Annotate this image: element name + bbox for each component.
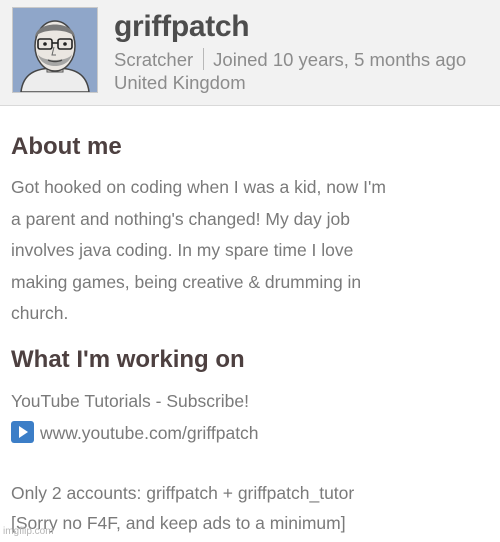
about-heading: About me [11, 133, 122, 160]
about-line: making games, being creative & drumming … [11, 271, 362, 292]
profile-header: griffpatch Scratcher Joined 10 years, 5 m… [0, 0, 500, 106]
avatar-portrait-icon [13, 8, 97, 92]
about-line: involves java coding. In my spare time I… [11, 240, 354, 260]
youtube-link[interactable]: www.youtube.com/griffpatch [40, 423, 259, 443]
meta-divider [203, 48, 205, 70]
working-on-heading: What I'm working on [11, 346, 245, 373]
username: griffpatch [114, 10, 250, 43]
about-line: Got hooked on coding when I was a kid, n… [11, 177, 386, 197]
working-on-line: [Sorry no F4F, and keep ads to a minimum… [11, 513, 346, 533]
avatar[interactable] [12, 7, 98, 93]
working-on-line: YouTube Tutorials - Subscribe! [11, 391, 250, 411]
location-label: United Kingdom [114, 72, 246, 93]
role-label: Scratcher [114, 49, 194, 70]
watermark: imgflip.com [3, 526, 54, 537]
about-line: a parent and nothing's changed! My day j… [11, 208, 350, 229]
about-line: church. [11, 303, 69, 323]
play-icon [11, 421, 34, 443]
working-on-line: Only 2 accounts: griffpatch + griffpatch… [11, 483, 355, 503]
youtube-link-row[interactable]: www.youtube.com/griffpatch [11, 421, 259, 444]
joined-label: Joined 10 years, 5 months ago [213, 49, 467, 70]
profile-meta: Scratcher Joined 10 years, 5 months ago [114, 48, 466, 71]
about-text: Got hooked on coding when I was a kid, n… [11, 172, 481, 330]
